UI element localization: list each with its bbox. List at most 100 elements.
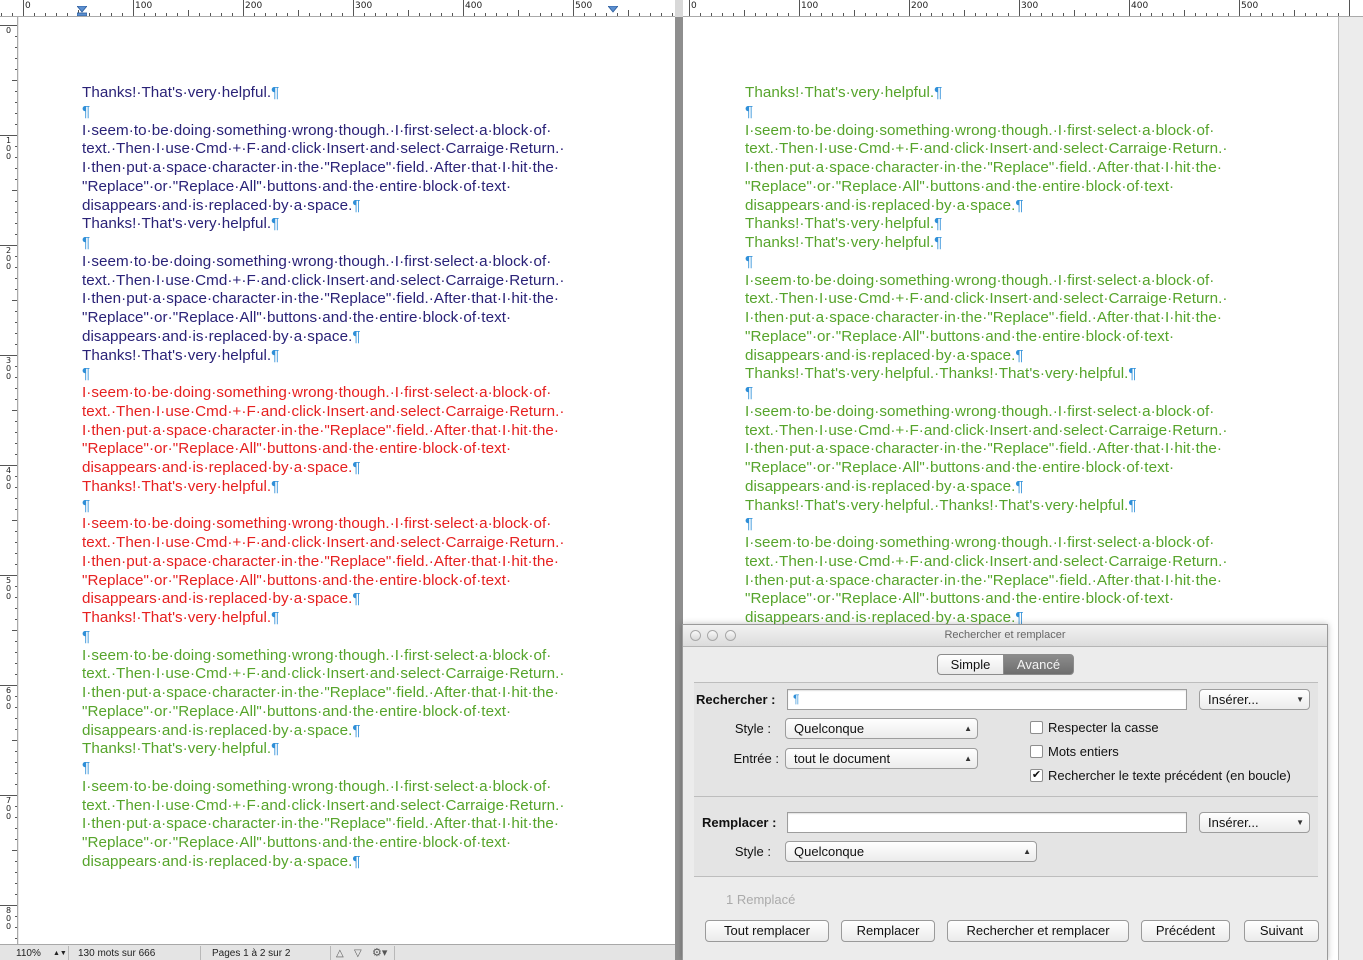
document-line[interactable]: I·then·put·a·space·character·in·the·"Rep… xyxy=(745,440,1227,459)
document-line[interactable]: ¶ xyxy=(745,103,1227,122)
document-line[interactable]: I·seem·to·be·doing·something·wrong·thoug… xyxy=(82,253,564,272)
tab-simple[interactable]: Simple xyxy=(937,654,1004,675)
document-line[interactable]: "Replace"·or·"Replace·All"·buttons·and·t… xyxy=(82,572,564,591)
document-line[interactable]: ¶ xyxy=(745,384,1227,403)
document-line[interactable]: Thanks!·That's·very·helpful.¶ xyxy=(745,215,1227,234)
document-line[interactable]: disappears·and·is·replaced·by·a·space.¶ xyxy=(82,853,564,872)
find-insert-popup[interactable]: Insérer... ▼ xyxy=(1199,689,1310,710)
document-line[interactable]: Thanks!·That's·very·helpful.¶ xyxy=(82,478,564,497)
find-input[interactable]: ¶ xyxy=(787,689,1187,710)
document-line[interactable]: Thanks!·That's·very·helpful.¶ xyxy=(745,84,1227,103)
document-line[interactable]: I·seem·to·be·doing·something·wrong·thoug… xyxy=(82,778,564,797)
document-line[interactable]: I·seem·to·be·doing·something·wrong·thoug… xyxy=(745,272,1227,291)
document-line[interactable]: disappears·and·is·replaced·by·a·space.¶ xyxy=(82,590,564,609)
document-line[interactable]: Thanks!·That's·very·helpful.¶ xyxy=(82,347,564,366)
document-line[interactable]: ¶ xyxy=(82,759,564,778)
document-line[interactable]: I·seem·to·be·doing·something·wrong·thoug… xyxy=(82,384,564,403)
entry-popup[interactable]: tout le document ▲ xyxy=(785,748,978,769)
document-line[interactable]: text.·Then·I·use·Cmd·+·F·and·click·Inser… xyxy=(82,403,564,422)
document-line[interactable]: text.·Then·I·use·Cmd·+·F·and·click·Inser… xyxy=(82,140,564,159)
document-line[interactable]: I·then·put·a·space·character·in·the·"Rep… xyxy=(82,290,564,309)
up-arrow-icon[interactable]: △ xyxy=(336,947,344,960)
tab-avance[interactable]: Avancé xyxy=(1003,654,1074,675)
document-line[interactable]: "Replace"·or·"Replace·All"·buttons·and·t… xyxy=(745,590,1227,609)
left-page-text[interactable]: Thanks!·That's·very·helpful.¶ ¶ I·seem·to·… xyxy=(82,84,564,872)
horizontal-ruler-left[interactable]: 0 100 200 300 400 500 xyxy=(0,0,675,17)
document-line[interactable]: "Replace"·or·"Replace·All"·buttons·and·t… xyxy=(82,440,564,459)
document-line[interactable]: I·then·put·a·space·character·in·the·"Rep… xyxy=(82,422,564,441)
document-line[interactable]: I·then·put·a·space·character·in·the·"Rep… xyxy=(82,159,564,178)
document-line[interactable]: disappears·and·is·replaced·by·a·space.¶ xyxy=(745,347,1227,366)
document-line[interactable]: text.·Then·I·use·Cmd·+·F·and·click·Inser… xyxy=(745,290,1227,309)
document-line[interactable]: ¶ xyxy=(82,234,564,253)
document-line[interactable]: "Replace"·or·"Replace·All"·buttons·and·t… xyxy=(82,178,564,197)
gear-icon[interactable]: ⚙▾ xyxy=(372,947,387,960)
document-line[interactable]: "Replace"·or·"Replace·All"·buttons·and·t… xyxy=(82,703,564,722)
document-line[interactable]: ¶ xyxy=(82,628,564,647)
document-line[interactable]: I·then·put·a·space·character·in·the·"Rep… xyxy=(745,309,1227,328)
document-line[interactable]: I·seem·to·be·doing·something·wrong·thoug… xyxy=(745,534,1227,553)
document-line[interactable]: disappears·and·is·replaced·by·a·space.¶ xyxy=(82,722,564,741)
document-line[interactable]: I·then·put·a·space·character·in·the·"Rep… xyxy=(745,572,1227,591)
match-case-checkbox[interactable] xyxy=(1030,721,1043,734)
document-line[interactable]: text.·Then·I·use·Cmd·+·F·and·click·Inser… xyxy=(745,553,1227,572)
replace-input[interactable] xyxy=(787,812,1187,833)
vertical-ruler[interactable]: 0 1 0 0 2 0 0 3 0 0 4 0 0 5 0 0 6 0 0 7 0 0 8 0 … xyxy=(0,17,18,944)
document-line[interactable]: ¶ xyxy=(82,497,564,516)
dialog-titlebar[interactable]: Rechercher et remplacer xyxy=(683,625,1327,647)
document-line[interactable]: text.·Then·I·use·Cmd·+·F·and·click·Inser… xyxy=(745,422,1227,441)
document-line[interactable]: Thanks!·That's·very·helpful.¶ xyxy=(82,84,564,103)
left-indent-marker-icon[interactable] xyxy=(77,6,87,16)
document-line[interactable]: ¶ xyxy=(745,515,1227,534)
replace-style-popup[interactable]: Quelconque ▲ xyxy=(785,841,1037,862)
document-line[interactable]: ¶ xyxy=(82,365,564,384)
document-line[interactable]: I·seem·to·be·doing·something·wrong·thoug… xyxy=(745,403,1227,422)
horizontal-ruler-right[interactable]: 0 100 200 300 400 500 xyxy=(683,0,1363,17)
find-style-popup[interactable]: Quelconque ▲ xyxy=(785,718,978,739)
document-line[interactable]: "Replace"·or·"Replace·All"·buttons·and·t… xyxy=(745,328,1227,347)
document-line[interactable]: "Replace"·or·"Replace·All"·buttons·and·t… xyxy=(82,309,564,328)
find-replace-button[interactable]: Rechercher et remplacer xyxy=(947,920,1129,942)
document-line[interactable]: I·then·put·a·space·character·in·the·"Rep… xyxy=(745,159,1227,178)
document-line[interactable]: I·seem·to·be·doing·something·wrong·thoug… xyxy=(82,122,564,141)
document-line[interactable]: Thanks!·That's·very·helpful.¶ xyxy=(82,740,564,759)
document-line[interactable]: text.·Then·I·use·Cmd·+·F·and·click·Inser… xyxy=(82,665,564,684)
document-line[interactable]: disappears·and·is·replaced·by·a·space.¶ xyxy=(82,328,564,347)
document-line[interactable]: ¶ xyxy=(82,103,564,122)
replace-insert-popup[interactable]: Insérer... ▼ xyxy=(1199,812,1310,833)
document-line[interactable]: "Replace"·or·"Replace·All"·buttons·and·t… xyxy=(82,834,564,853)
replace-button[interactable]: Remplacer xyxy=(841,920,935,942)
next-button[interactable]: Suivant xyxy=(1244,920,1319,942)
document-line[interactable]: I·seem·to·be·doing·something·wrong·thoug… xyxy=(745,122,1227,141)
zoom-popup[interactable]: 110% ▲▼ xyxy=(16,947,67,960)
document-line[interactable]: disappears·and·is·replaced·by·a·space.¶ xyxy=(82,459,564,478)
replace-all-button[interactable]: Tout remplacer xyxy=(705,920,829,942)
document-line[interactable]: "Replace"·or·"Replace·All"·buttons·and·t… xyxy=(745,178,1227,197)
right-page-text[interactable]: Thanks!·That's·very·helpful.¶ ¶ I·seem·to·… xyxy=(745,84,1227,628)
wrap-search-checkbox[interactable]: ✔ xyxy=(1030,769,1043,782)
document-line[interactable]: I·then·put·a·space·character·in·the·"Rep… xyxy=(82,684,564,703)
document-line[interactable]: disappears·and·is·replaced·by·a·space.¶ xyxy=(745,478,1227,497)
document-line[interactable]: I·then·put·a·space·character·in·the·"Rep… xyxy=(82,815,564,834)
document-line[interactable]: Thanks!·That's·very·helpful.·Thanks!·Tha… xyxy=(745,365,1227,384)
page-count[interactable]: Pages 1 à 2 sur 2 xyxy=(212,947,290,960)
document-line[interactable]: Thanks!·That's·very·helpful.¶ xyxy=(82,609,564,628)
document-line[interactable]: I·seem·to·be·doing·something·wrong·thoug… xyxy=(82,515,564,534)
document-line[interactable]: disappears·and·is·replaced·by·a·space.¶ xyxy=(745,197,1227,216)
document-line[interactable]: ¶ xyxy=(745,253,1227,272)
whole-words-checkbox[interactable] xyxy=(1030,745,1043,758)
document-line[interactable]: text.·Then·I·use·Cmd·+·F·and·click·Inser… xyxy=(82,272,564,291)
right-indent-marker-icon[interactable] xyxy=(608,6,618,16)
document-line[interactable]: I·then·put·a·space·character·in·the·"Rep… xyxy=(82,553,564,572)
word-count[interactable]: 130 mots sur 666 xyxy=(78,947,155,960)
document-line[interactable]: text.·Then·I·use·Cmd·+·F·and·click·Inser… xyxy=(82,534,564,553)
document-line[interactable]: disappears·and·is·replaced·by·a·space.¶ xyxy=(82,197,564,216)
down-arrow-icon[interactable]: ▽ xyxy=(354,947,362,960)
document-line[interactable]: I·seem·to·be·doing·something·wrong·thoug… xyxy=(82,647,564,666)
document-line[interactable]: Thanks!·That's·very·helpful.·Thanks!·Tha… xyxy=(745,497,1227,516)
document-page-left[interactable]: Thanks!·That's·very·helpful.¶ ¶ I·seem·to·… xyxy=(19,17,675,944)
document-line[interactable]: text.·Then·I·use·Cmd·+·F·and·click·Inser… xyxy=(745,140,1227,159)
previous-button[interactable]: Précédent xyxy=(1141,920,1230,942)
document-line[interactable]: "Replace"·or·"Replace·All"·buttons·and·t… xyxy=(745,459,1227,478)
document-line[interactable]: Thanks!·That's·very·helpful.¶ xyxy=(745,234,1227,253)
